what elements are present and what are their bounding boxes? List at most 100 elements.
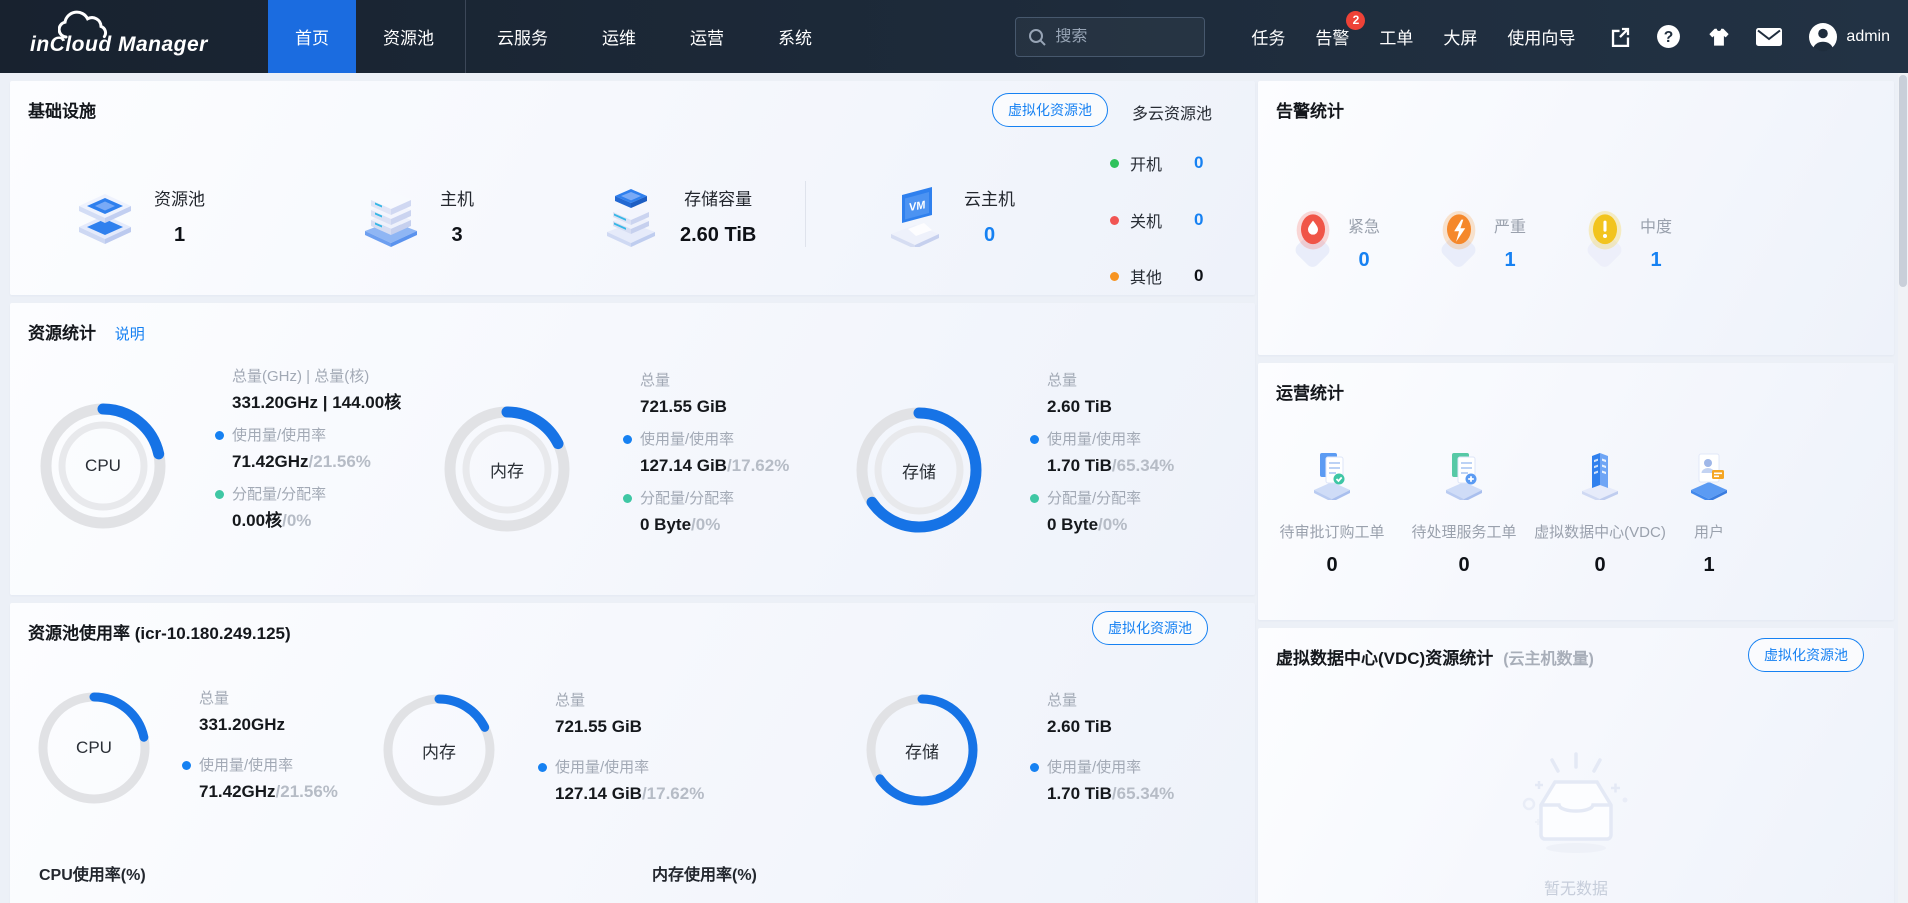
service-ticket-icon bbox=[1441, 448, 1487, 500]
tickets-link[interactable]: 工单 bbox=[1379, 24, 1413, 49]
nav-item-operations[interactable]: 运维 bbox=[575, 0, 663, 73]
ops-users: 用户 1 bbox=[1654, 448, 1764, 577]
main-menu: 首页 资源池 云服务 运维 运营 系统 bbox=[268, 0, 839, 73]
alarm-value: 1 bbox=[1494, 249, 1526, 272]
used-dot bbox=[182, 761, 191, 770]
used-rate: /21.56% bbox=[276, 782, 338, 801]
used-rate: /17.62% bbox=[727, 456, 789, 475]
memory-donut: 内存 bbox=[440, 402, 574, 536]
user-menu[interactable]: admin bbox=[1808, 22, 1890, 52]
nav-item-resource-pool[interactable]: 资源池 bbox=[356, 0, 461, 73]
vm-legend-on: 开机 0 bbox=[1110, 151, 1203, 175]
alloc-label: 分配量/分配率 bbox=[1047, 490, 1141, 507]
search-icon bbox=[1028, 28, 1046, 46]
alarm-major: 严重 1 bbox=[1434, 205, 1526, 272]
alarms-link[interactable]: 告警 2 bbox=[1315, 24, 1349, 49]
vm-legend-other: 其他 0 bbox=[1110, 264, 1203, 288]
total-value: 2.60 TiB bbox=[1047, 716, 1277, 737]
alarms-label: 告警 bbox=[1315, 29, 1349, 48]
used-value: 127.14 GiB bbox=[555, 784, 642, 803]
vm-legend-off: 关机 0 bbox=[1110, 208, 1203, 232]
used-value: 71.42GHz bbox=[199, 782, 276, 801]
external-link-icon[interactable] bbox=[1609, 25, 1632, 48]
orange-dot bbox=[1110, 272, 1119, 281]
total-label: 总量(GHz) | 总量(核) bbox=[232, 367, 462, 386]
ops-value: 0 bbox=[1266, 554, 1398, 577]
storage-donut: 存储 bbox=[852, 403, 986, 537]
theme-shirt-icon[interactable] bbox=[1705, 25, 1732, 49]
used-rate: /65.34% bbox=[1112, 784, 1174, 803]
memory-metrics: 总量 721.55 GiB 使用量/使用率 127.14 GiB/17.62% … bbox=[640, 371, 870, 548]
total-value: 331.20GHz | 144.00核 bbox=[232, 392, 462, 413]
red-dot bbox=[1110, 216, 1119, 225]
app-logo[interactable]: inCloud Manager bbox=[0, 0, 268, 73]
used-dot bbox=[1030, 435, 1039, 444]
vdc-pill[interactable]: 虚拟化资源池 bbox=[1748, 638, 1864, 672]
tab-multicloud-pool[interactable]: 多云资源池 bbox=[1132, 100, 1212, 124]
help-icon[interactable]: ? bbox=[1656, 24, 1681, 49]
green-dot bbox=[1110, 159, 1119, 168]
stat-value: 2.60 TiB bbox=[680, 224, 756, 247]
total-value: 721.55 GiB bbox=[640, 396, 870, 417]
nav-item-cloud-services[interactable]: 云服务 bbox=[470, 0, 575, 73]
order-ticket-icon bbox=[1309, 448, 1355, 500]
storage-capacity-icon bbox=[598, 181, 664, 247]
ops-pending-orders: 待审批订购工单 0 bbox=[1266, 448, 1398, 577]
donut-center-label: 内存 bbox=[380, 691, 498, 809]
logo-text: inCloud Manager bbox=[30, 33, 208, 73]
scrollbar-thumb[interactable] bbox=[1899, 75, 1907, 287]
resource-stats-card: 资源统计 说明 CPU 总量(GHz) | 总量(核) 331.20GHz | … bbox=[10, 303, 1255, 595]
donut-center-label: CPU bbox=[36, 399, 170, 533]
used-dot bbox=[623, 435, 632, 444]
ops-stats-title: 运营统计 bbox=[1276, 379, 1344, 404]
memory-usage-chart-title: 内存使用率(%) bbox=[652, 861, 757, 885]
nav-divider bbox=[465, 0, 466, 73]
search-input[interactable] bbox=[1055, 28, 1185, 46]
used-label: 使用量/使用率 bbox=[555, 759, 649, 776]
major-alarm-icon bbox=[1434, 205, 1484, 267]
stat-label: 云主机 bbox=[964, 185, 1015, 210]
stat-value: 3 bbox=[440, 224, 474, 247]
donut-center-label: CPU bbox=[35, 689, 153, 807]
big-screen-link[interactable]: 大屏 bbox=[1443, 24, 1477, 49]
ops-pending-service: 待处理服务工单 0 bbox=[1398, 448, 1530, 577]
avatar-icon bbox=[1808, 22, 1838, 52]
nav-item-business[interactable]: 运营 bbox=[663, 0, 751, 73]
alloc-rate: /0% bbox=[1098, 515, 1127, 534]
vdc-subtitle: (云主机数量) bbox=[1503, 651, 1594, 668]
nav-item-system[interactable]: 系统 bbox=[751, 0, 839, 73]
vdc-building-icon bbox=[1577, 448, 1623, 500]
cpu-metrics: 总量(GHz) | 总量(核) 331.20GHz | 144.00核 使用量/… bbox=[232, 367, 462, 544]
pool-storage-donut: 存储 bbox=[863, 691, 981, 809]
legend-label: 关机 bbox=[1130, 208, 1182, 232]
used-label: 使用量/使用率 bbox=[232, 427, 326, 444]
used-value: 71.42GHz bbox=[232, 452, 309, 471]
legend-value: 0 bbox=[1194, 266, 1203, 286]
stat-label: 主机 bbox=[440, 185, 474, 210]
storage-metrics: 总量 2.60 TiB 使用量/使用率 1.70 TiB/65.34% 分配量/… bbox=[1047, 371, 1277, 548]
ops-value: 0 bbox=[1398, 554, 1530, 577]
total-value: 721.55 GiB bbox=[555, 716, 785, 737]
pool-usage-card: 资源池使用率 (icr-10.180.249.125) 虚拟化资源池 CPU 总… bbox=[10, 603, 1255, 903]
vertical-scrollbar[interactable] bbox=[1898, 73, 1908, 903]
tasks-link[interactable]: 任务 bbox=[1251, 24, 1285, 49]
mail-icon[interactable] bbox=[1756, 27, 1782, 47]
alarm-label: 紧急 bbox=[1348, 213, 1380, 237]
total-label: 总量 bbox=[640, 371, 870, 390]
alloc-value: 0 Byte bbox=[1047, 515, 1098, 534]
guide-link[interactable]: 使用向导 bbox=[1507, 24, 1575, 49]
stat-label: 存储容量 bbox=[680, 185, 756, 210]
used-value: 127.14 GiB bbox=[640, 456, 727, 475]
alarm-count-badge: 2 bbox=[1346, 11, 1365, 30]
pool-usage-pill[interactable]: 虚拟化资源池 bbox=[1092, 611, 1208, 645]
vdc-stats-card: 虚拟数据中心(VDC)资源统计(云主机数量) 虚拟化资源池 暂无数据 bbox=[1258, 628, 1894, 903]
cloud-logo-icon bbox=[58, 10, 110, 40]
tab-virtual-pool[interactable]: 虚拟化资源池 bbox=[992, 93, 1108, 127]
global-search[interactable] bbox=[1015, 17, 1205, 57]
username: admin bbox=[1846, 28, 1890, 46]
explain-link[interactable]: 说明 bbox=[115, 326, 145, 343]
total-label: 总量 bbox=[555, 691, 785, 710]
top-navbar: inCloud Manager 首页 资源池 云服务 运维 运营 系统 任务 告… bbox=[0, 0, 1908, 73]
nav-item-home[interactable]: 首页 bbox=[268, 0, 356, 73]
empty-text: 暂无数据 bbox=[1258, 875, 1894, 899]
